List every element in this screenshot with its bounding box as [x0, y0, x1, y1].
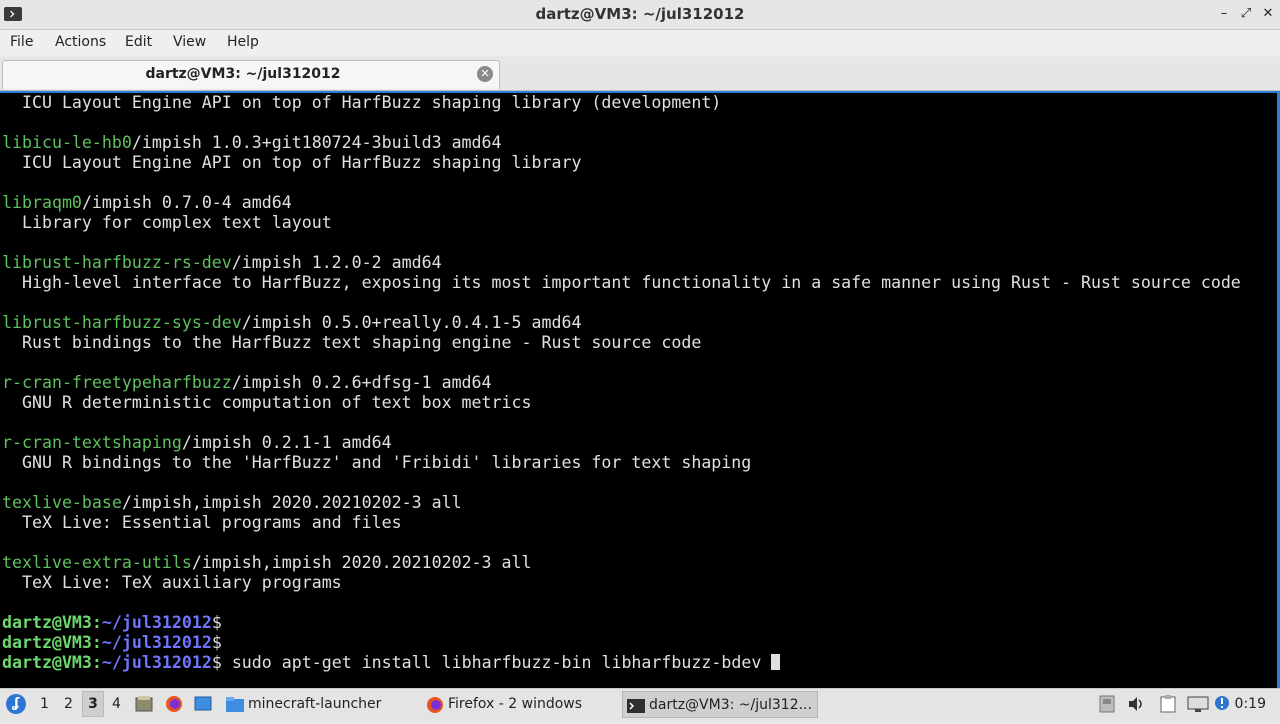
package-name: libicu-le-hb0 [2, 133, 132, 152]
terminal-line: dartz@VM3:~/jul312012$ [2, 633, 222, 652]
network-icon[interactable] [1099, 695, 1115, 713]
update-notification-icon[interactable] [1214, 695, 1230, 713]
tab-close-icon[interactable]: ✕ [477, 66, 493, 82]
volume-icon[interactable] [1127, 695, 1145, 713]
window-titlebar: dartz@VM3: ~/jul312012 – ⤢ ✕ [0, 0, 1280, 30]
terminal-line: librust-harfbuzz-sys-dev/impish 0.5.0+re… [2, 313, 1274, 333]
tab-label: dartz@VM3: ~/jul312012 [145, 66, 341, 82]
package-info: /impish 1.0.3+git180724-3build3 amd64 [131, 133, 502, 152]
workspace-4[interactable]: 4 [112, 696, 121, 712]
start-menu-icon[interactable]: ʆ [6, 694, 26, 714]
workspace-2[interactable]: 2 [64, 696, 73, 712]
package-name: r-cran-freetypeharfbuzz [2, 373, 232, 392]
minimize-button[interactable]: – [1215, 5, 1233, 23]
menu-bar: File Actions Edit View Help [0, 30, 1280, 56]
terminal-icon [627, 697, 645, 713]
terminal-line: r-cran-textshaping/impish 0.2.1-1 amd64 [2, 433, 1274, 453]
terminal-line: libicu-le-hb0/impish 1.0.3+git180724-3bu… [2, 133, 1274, 153]
terminal-line: TeX Live: Essential programs and files [2, 513, 402, 532]
clipboard-icon[interactable] [1160, 695, 1176, 713]
package-name: r-cran-textshaping [2, 433, 182, 452]
menu-file[interactable]: File [10, 34, 33, 50]
task-minecraft-launcher[interactable]: minecraft-launcher [222, 691, 412, 718]
terminal-view[interactable]: ICU Layout Engine API on top of HarfBuzz… [0, 91, 1280, 688]
package-name: librust-harfbuzz-sys-dev [2, 313, 242, 332]
folder-icon [226, 696, 244, 712]
task-firefox[interactable]: Firefox - 2 windows [422, 691, 612, 718]
terminal-line: texlive-extra-utils/impish,impish 2020.2… [2, 553, 1274, 573]
terminal-line: texlive-base/impish,impish 2020.20210202… [2, 493, 1274, 513]
firefox-icon[interactable] [165, 695, 183, 713]
package-info: /impish 0.2.6+dfsg-1 amd64 [231, 373, 492, 392]
prompt-user: dartz@VM3 [2, 653, 92, 672]
task-label: minecraft-launcher [248, 696, 382, 712]
package-info: /impish,impish 2020.20210202-3 all [121, 493, 462, 512]
menu-actions[interactable]: Actions [55, 34, 106, 50]
package-name: libraqm0 [2, 193, 82, 212]
workspace-3[interactable]: 3 [82, 691, 104, 717]
task-label: Firefox - 2 windows [448, 696, 583, 712]
terminal-line: libraqm0/impish 0.7.0-4 amd64 [2, 193, 1274, 213]
package-info: /impish 0.7.0-4 amd64 [81, 193, 292, 212]
menu-help[interactable]: Help [227, 34, 259, 50]
window-title: dartz@VM3: ~/jul312012 [535, 5, 745, 23]
package-info: /impish,impish 2020.20210202-3 all [191, 553, 532, 572]
package-info: /impish 0.2.1-1 amd64 [181, 433, 392, 452]
terminal-line: High-level interface to HarfBuzz, exposi… [2, 273, 1241, 292]
prompt-path: ~/jul312012 [101, 633, 212, 652]
close-button[interactable]: ✕ [1259, 5, 1277, 23]
package-info: /impish 1.2.0-2 amd64 [231, 253, 442, 272]
text-cursor [771, 654, 781, 670]
tab-terminal[interactable]: dartz@VM3: ~/jul312012 ✕ [2, 60, 500, 89]
terminal-line: Rust bindings to the HarfBuzz text shapi… [2, 333, 702, 352]
package-name: librust-harfbuzz-rs-dev [2, 253, 232, 272]
menu-view[interactable]: View [173, 34, 206, 50]
task-label: dartz@VM3: ~/jul312... [649, 697, 812, 713]
package-name: texlive-extra-utils [2, 553, 192, 572]
prompt-user: dartz@VM3 [2, 613, 92, 632]
terminal-line: ICU Layout Engine API on top of HarfBuzz… [2, 93, 722, 112]
terminal-line: dartz@VM3:~/jul312012$ sudo apt-get inst… [2, 653, 1274, 673]
terminal-line: dartz@VM3:~/jul312012$ [2, 613, 222, 632]
display-icon[interactable] [1187, 695, 1209, 713]
prompt-path: ~/jul312012 [101, 613, 212, 632]
menu-edit[interactable]: Edit [125, 34, 152, 50]
task-terminal[interactable]: dartz@VM3: ~/jul312... [622, 691, 818, 718]
terminal-line: librust-harfbuzz-rs-dev/impish 1.2.0-2 a… [2, 253, 1274, 273]
terminal-line: ICU Layout Engine API on top of HarfBuzz… [2, 153, 582, 172]
terminal-line: r-cran-freetypeharfbuzz/impish 0.2.6+dfs… [2, 373, 1274, 393]
prompt-user: dartz@VM3 [2, 633, 92, 652]
workspace-1[interactable]: 1 [40, 696, 49, 712]
maximize-button[interactable]: ⤢ [1237, 5, 1255, 23]
package-info: /impish 0.5.0+really.0.4.1-5 amd64 [241, 313, 582, 332]
terminal-line: GNU R bindings to the 'HarfBuzz' and 'Fr… [2, 453, 752, 472]
taskbar: ʆ 1 2 3 4 minecraft-launcher Firefox - 2… [0, 688, 1280, 721]
terminal-line: TeX Live: TeX auxiliary programs [2, 573, 342, 592]
package-name: texlive-base [2, 493, 122, 512]
terminal-line: Library for complex text layout [2, 213, 332, 232]
clock[interactable]: 0:19 [1235, 696, 1266, 712]
file-manager-icon[interactable] [135, 695, 153, 713]
firefox-icon [426, 696, 444, 713]
terminal-output: ICU Layout Engine API on top of HarfBuzz… [2, 93, 1274, 673]
tab-bar: dartz@VM3: ~/jul312012 ✕ [0, 57, 1280, 91]
prompt-path: ~/jul312012 [101, 653, 212, 672]
command-text: sudo apt-get install libharfbuzz-bin lib… [221, 653, 772, 672]
terminal-line: GNU R deterministic computation of text … [2, 393, 532, 412]
show-desktop-icon[interactable] [194, 695, 212, 713]
